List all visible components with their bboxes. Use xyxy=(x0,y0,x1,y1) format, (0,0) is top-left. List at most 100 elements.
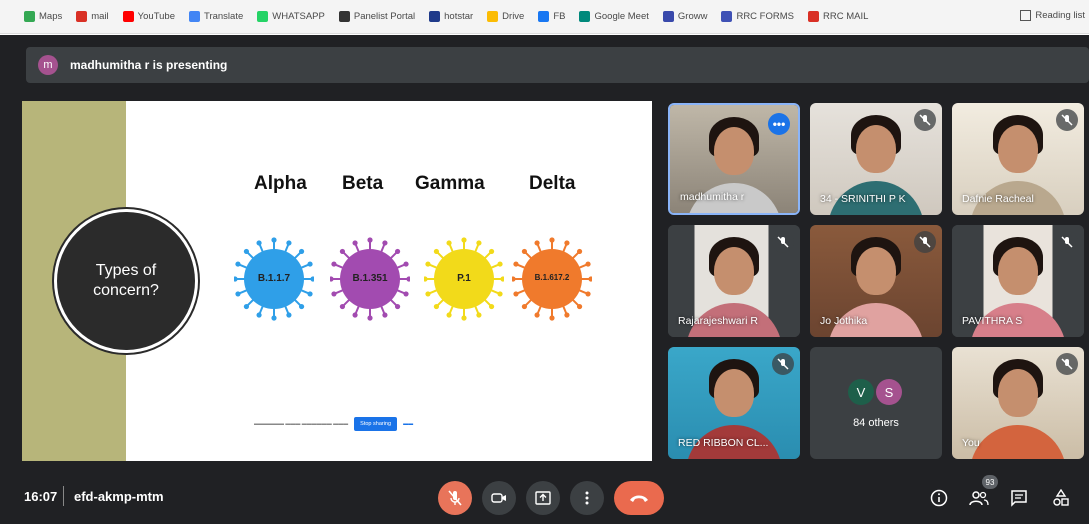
reading-list-icon xyxy=(1020,10,1032,21)
bookmark-label: FB xyxy=(553,11,566,22)
camera-icon xyxy=(491,493,506,503)
variant-name-alpha: Alpha xyxy=(254,173,307,194)
chat-icon xyxy=(1011,490,1027,507)
translate-icon xyxy=(189,11,200,22)
mic-off-icon xyxy=(448,490,462,506)
bookmark-panelist-portal[interactable]: Panelist Portal xyxy=(338,11,416,22)
gmail-icon xyxy=(76,11,88,22)
bookmark-rrc-mail[interactable]: RRC MAIL xyxy=(807,11,868,22)
bookmark-rrc-forms[interactable]: RRC FORMS xyxy=(721,11,794,22)
more-options-button[interactable] xyxy=(570,481,604,515)
mic-off-icon xyxy=(772,353,794,375)
bookmark-label: Maps xyxy=(39,11,63,22)
virus-beta-code: B.1.351 xyxy=(352,273,388,284)
participant-name: Rajarajeshwari R xyxy=(678,315,758,327)
activities-button[interactable] xyxy=(1050,487,1072,509)
camera-toggle-button[interactable] xyxy=(482,481,516,515)
participant-name: madhumitha r xyxy=(680,191,745,203)
variant-name-beta: Beta xyxy=(342,173,384,194)
people-button[interactable] xyxy=(968,487,990,509)
stop-sharing-button[interactable]: Stop sharing xyxy=(354,417,398,431)
bookmark-mail[interactable]: mail xyxy=(76,11,109,22)
chat-button[interactable] xyxy=(1008,487,1030,509)
participant-tile[interactable]: 34 - SRINITHI P K xyxy=(810,103,942,215)
others-count: 84 others xyxy=(853,417,899,429)
bookmark-label: Google Meet xyxy=(594,11,649,22)
bookmark-translate[interactable]: Translate xyxy=(189,11,243,22)
leave-call-button[interactable] xyxy=(614,481,664,515)
slide-sharing-notice: ▬▬▬▬▬▬ ▬▬▬ ▬▬▬▬▬▬ ▬▬▬ Stop sharing ▬▬ xyxy=(254,417,413,431)
virus-alpha-icon xyxy=(234,237,314,321)
virus-gamma-code: P.1 xyxy=(457,273,471,284)
bookmark-hotstar[interactable]: hotstar xyxy=(429,11,473,22)
participant-tile[interactable]: RED RIBBON CL... xyxy=(668,347,800,459)
bookmark-groww[interactable]: Groww xyxy=(662,11,708,22)
bookmark-label: mail xyxy=(91,11,109,22)
bookmark-drive[interactable]: Drive xyxy=(487,11,524,22)
virus-delta-icon xyxy=(512,237,592,321)
hang-up-icon xyxy=(630,495,648,502)
circle-text-line1: Types of xyxy=(95,262,157,279)
mic-off-icon xyxy=(914,231,936,253)
self-tile[interactable]: You xyxy=(952,347,1084,459)
hotstar-icon xyxy=(429,11,441,22)
participant-tile[interactable]: Dafnie Racheal xyxy=(952,103,1084,215)
virus-beta: B.1.351 xyxy=(330,235,410,335)
participant-name: 34 - SRINITHI P K xyxy=(820,193,906,205)
meeting-code: efd-akmp-mtm xyxy=(74,489,164,504)
hide-link[interactable]: ▬▬ xyxy=(403,421,413,427)
virus-alpha-code: B.1.1.7 xyxy=(257,273,291,284)
participant-tile[interactable]: Rajarajeshwari R xyxy=(668,225,800,337)
presenter-avatar: m xyxy=(38,55,58,75)
info-icon xyxy=(930,489,948,507)
bookmarks-bar: Maps mail YouTube Translate WHATSAPP Panelist… xyxy=(0,0,1089,34)
bookmark-label: Panelist Portal xyxy=(353,11,416,22)
bookmark-label: RRC FORMS xyxy=(736,11,794,22)
participant-tile[interactable]: Jo Jothika xyxy=(810,225,942,337)
bookmark-fb[interactable]: FB xyxy=(538,11,565,22)
present-now-button[interactable] xyxy=(526,481,560,515)
participant-name: Dafnie Racheal xyxy=(962,193,1034,205)
variant-name-gamma: Gamma xyxy=(415,173,485,194)
groww-icon xyxy=(662,11,674,22)
variant-name-delta: Delta xyxy=(529,173,576,194)
forms-icon xyxy=(721,11,733,22)
mic-off-icon xyxy=(914,109,936,131)
more-vert-icon xyxy=(585,491,589,505)
facebook-icon xyxy=(538,11,550,22)
others-tile[interactable]: V S 84 others xyxy=(810,347,942,459)
virus-gamma-icon xyxy=(424,237,504,321)
bookmark-label: Groww xyxy=(677,11,708,22)
more-options-icon[interactable]: ••• xyxy=(768,113,790,135)
participant-name: PAVITHRA S xyxy=(962,315,1023,327)
others-avatar-v: V xyxy=(848,379,874,405)
maps-pin-icon xyxy=(24,11,35,22)
participant-tile[interactable]: ••• madhumitha r xyxy=(668,103,800,215)
divider xyxy=(63,486,64,506)
mic-off-icon xyxy=(772,231,794,253)
mic-off-icon xyxy=(1056,231,1078,253)
gmail-icon xyxy=(807,11,819,22)
reading-list-button[interactable]: Reading list xyxy=(1020,10,1085,21)
meeting-details-button[interactable] xyxy=(928,487,950,509)
shared-slide: Types of concern? Alpha Beta Gamma Delta… xyxy=(22,101,652,461)
youtube-icon xyxy=(122,11,134,22)
others-avatar-s: S xyxy=(876,379,902,405)
participant-tile[interactable]: PAVITHRA S xyxy=(952,225,1084,337)
bookmark-youtube[interactable]: YouTube xyxy=(122,11,175,22)
participant-name: RED RIBBON CL... xyxy=(678,437,769,449)
panelist-portal-icon xyxy=(338,11,350,22)
mic-toggle-button[interactable] xyxy=(438,481,472,515)
virus-delta-code: B.1.617.2 xyxy=(534,273,570,282)
bookmark-maps[interactable]: Maps xyxy=(24,11,62,22)
bookmark-label: Translate xyxy=(204,11,244,22)
bookmark-label: YouTube xyxy=(137,11,175,22)
bookmark-label: WHATSAPP xyxy=(272,11,325,22)
types-of-concern-circle: Types of concern? xyxy=(54,209,198,353)
drive-icon xyxy=(487,11,499,22)
participant-name: You xyxy=(962,437,980,449)
presenting-bar: m madhumitha r is presenting xyxy=(26,47,1089,83)
bookmark-google-meet[interactable]: Google Meet xyxy=(579,11,649,22)
circle-text-line2: concern? xyxy=(93,282,159,299)
bookmark-whatsapp[interactable]: WHATSAPP xyxy=(257,11,325,22)
